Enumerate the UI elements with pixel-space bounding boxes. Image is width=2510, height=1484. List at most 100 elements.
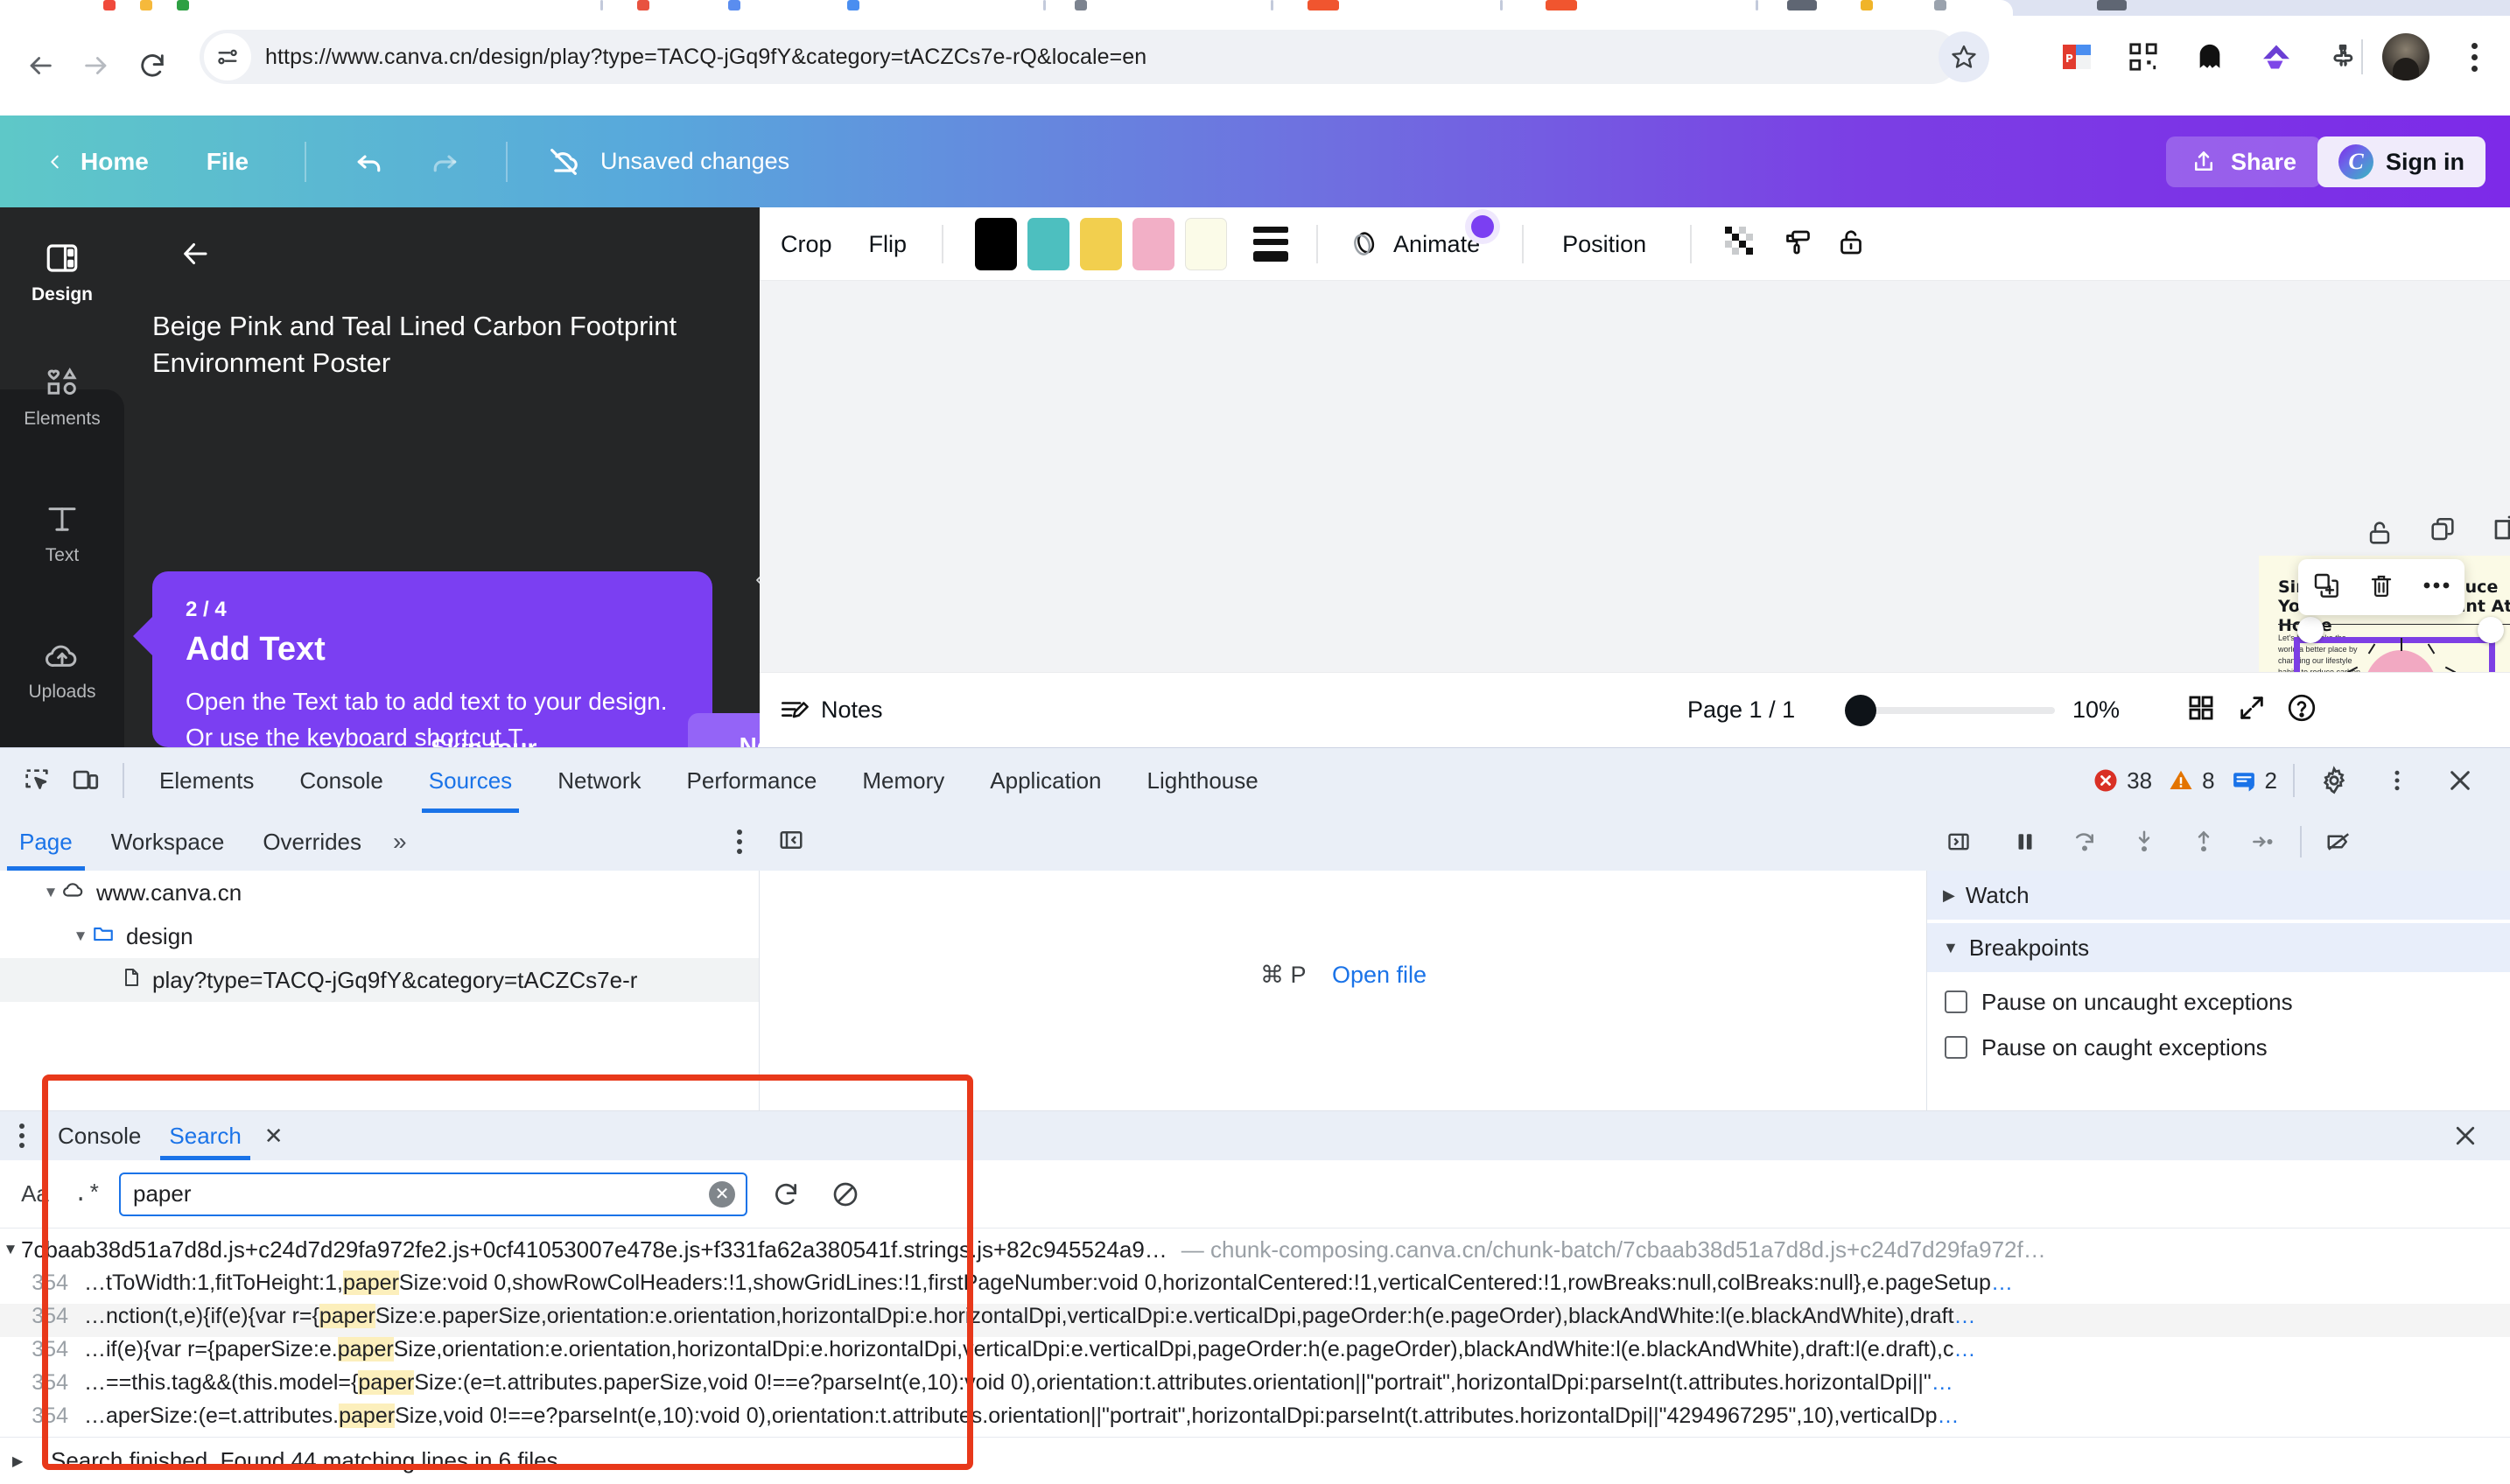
share-button[interactable]: Share xyxy=(2165,136,2321,187)
tab-performance[interactable]: Performance xyxy=(664,748,840,813)
step-button[interactable] xyxy=(2240,819,2286,864)
panel-back-button[interactable] xyxy=(168,227,222,281)
watch-section[interactable]: ▶ Watch xyxy=(1927,871,2510,920)
expand-triangle-icon[interactable]: ▼ xyxy=(0,1241,21,1258)
collapse-triangle-icon[interactable]: ▶ xyxy=(1943,886,1955,905)
qrcode-extension-icon[interactable] xyxy=(2121,35,2165,79)
sidebar-item-uploads[interactable]: Uploads xyxy=(0,620,124,718)
nav-tab-page[interactable]: Page xyxy=(0,813,92,871)
grid-view-icon[interactable] xyxy=(2186,693,2216,727)
extensions-puzzle-icon[interactable] xyxy=(2321,35,2365,79)
bookmark-star-icon[interactable] xyxy=(1939,32,1989,82)
signin-button[interactable]: C Sign in xyxy=(2317,136,2485,187)
home-button[interactable]: Home xyxy=(46,148,149,176)
search-input[interactable] xyxy=(121,1180,681,1208)
nav-tab-overrides[interactable]: Overrides xyxy=(243,813,381,871)
devtools-menu-icon[interactable] xyxy=(2373,757,2421,804)
delete-icon[interactable] xyxy=(2368,572,2394,603)
device-toolbar-icon[interactable] xyxy=(61,756,110,805)
forward-button[interactable] xyxy=(68,38,124,94)
animate-button[interactable]: Animate xyxy=(1348,215,1495,261)
color-swatch[interactable] xyxy=(1027,218,1070,270)
active-tab[interactable] xyxy=(0,0,2013,16)
pdf-extension-icon[interactable]: P xyxy=(2055,35,2099,79)
pause-script-button[interactable] xyxy=(2002,819,2048,864)
transparency-icon[interactable] xyxy=(1723,225,1758,264)
tab-application[interactable]: Application xyxy=(967,748,1124,813)
tab-network[interactable]: Network xyxy=(535,748,663,813)
close-drawer-icon[interactable] xyxy=(2443,1114,2487,1158)
drawer-tab-console[interactable]: Console xyxy=(44,1111,155,1160)
open-file-link[interactable]: Open file xyxy=(1332,962,1427,988)
settings-gear-icon[interactable] xyxy=(2310,757,2358,804)
color-swatch[interactable] xyxy=(1185,218,1228,270)
color-swatch[interactable] xyxy=(1080,218,1123,270)
search-result-line[interactable]: 354 …aperSize:(e=t.attributes.paperSize,… xyxy=(0,1404,2510,1437)
expand-triangle-icon[interactable]: ▼ xyxy=(70,928,91,945)
cancel-search-icon[interactable] xyxy=(824,1173,866,1215)
info-count-badge[interactable]: 2 xyxy=(2231,767,2277,794)
help-icon[interactable] xyxy=(2286,692,2317,728)
expand-triangle-icon[interactable]: ▼ xyxy=(1943,939,1959,957)
nav-tab-workspace[interactable]: Workspace xyxy=(92,813,244,871)
save-status[interactable]: Unsaved changes xyxy=(546,144,789,179)
search-result-file[interactable]: ▼ 7cbaab38d51a7d8d.js+c24d7d29fa972fe2.j… xyxy=(0,1228,2510,1270)
copy-style-icon[interactable] xyxy=(1781,227,1812,262)
pause-caught-row[interactable]: Pause on caught exceptions xyxy=(1927,1025,2510,1070)
site-info-icon[interactable] xyxy=(204,33,251,80)
close-devtools-icon[interactable] xyxy=(2436,757,2484,804)
chrome-menu-icon[interactable] xyxy=(2450,33,2498,80)
more-options-icon[interactable] xyxy=(2422,579,2450,595)
zoom-slider[interactable] xyxy=(1845,694,2055,726)
tab-elements[interactable]: Elements xyxy=(137,748,277,813)
drawer-tab-close-icon[interactable]: ✕ xyxy=(264,1123,284,1150)
redo-button[interactable] xyxy=(418,136,469,187)
breakpoints-section[interactable]: ▼ Breakpoints xyxy=(1927,923,2510,972)
expand-triangle-icon[interactable]: ▼ xyxy=(40,884,61,901)
tab-memory[interactable]: Memory xyxy=(839,748,967,813)
drawer-tab-search[interactable]: Search xyxy=(155,1111,255,1160)
step-out-button[interactable] xyxy=(2181,819,2226,864)
reload-button[interactable] xyxy=(124,38,180,94)
skip-tour-button[interactable]: Skip tour xyxy=(431,734,536,747)
tree-row-folder[interactable]: ▼ design xyxy=(0,914,759,958)
duplicate-icon[interactable] xyxy=(2312,571,2340,604)
copy-float-icon[interactable] xyxy=(2428,515,2457,550)
zoom-slider-knob[interactable] xyxy=(1845,694,1876,726)
notes-button[interactable]: Notes xyxy=(779,696,883,725)
back-button[interactable] xyxy=(12,38,68,94)
selection-handle[interactable] xyxy=(2478,617,2504,643)
tab-sources[interactable]: Sources xyxy=(406,748,535,813)
line-spacing-icon[interactable] xyxy=(1253,227,1289,262)
tab-lighthouse[interactable]: Lighthouse xyxy=(1125,748,1281,813)
search-result-line[interactable]: 354 …if(e){var r={paperSize:e.paperSize,… xyxy=(0,1337,2510,1370)
regex-button[interactable]: .* xyxy=(68,1181,107,1208)
add-page-float-icon[interactable] xyxy=(2491,512,2510,548)
lock-icon[interactable] xyxy=(1835,227,1867,262)
tab-console[interactable]: Console xyxy=(277,748,405,813)
sidebar-item-design[interactable]: Design xyxy=(0,223,124,321)
error-count-badge[interactable]: 38 xyxy=(2093,767,2152,794)
ghostery-extension-icon[interactable] xyxy=(2188,35,2232,79)
file-menu-button[interactable]: File xyxy=(207,148,249,176)
nav-more-tabs-button[interactable]: » xyxy=(381,828,419,856)
inspect-element-icon[interactable] xyxy=(12,756,61,805)
position-button[interactable]: Position xyxy=(1562,231,1646,258)
canvas-background[interactable] xyxy=(760,281,2510,672)
collapse-triangle-icon[interactable]: ▶ xyxy=(12,1452,23,1470)
pause-uncaught-row[interactable]: Pause on uncaught exceptions xyxy=(1927,979,2510,1025)
pause-uncaught-checkbox[interactable] xyxy=(1945,990,1967,1013)
color-swatch[interactable] xyxy=(1132,218,1175,270)
warning-count-badge[interactable]: 8 xyxy=(2168,767,2215,794)
show-navigator-icon[interactable] xyxy=(777,827,805,858)
step-over-button[interactable] xyxy=(2062,819,2107,864)
undo-button[interactable] xyxy=(345,136,396,187)
search-result-line[interactable]: 354 …==this.tag&&(this.model={paperSize:… xyxy=(0,1370,2510,1404)
sidebar-item-elements[interactable]: Elements xyxy=(0,347,124,445)
color-swatch[interactable] xyxy=(975,218,1018,270)
sidebar-item-text[interactable]: Text xyxy=(0,484,124,582)
deactivate-breakpoints-button[interactable] xyxy=(2316,819,2361,864)
navigator-menu-icon[interactable] xyxy=(737,830,742,854)
pause-caught-checkbox[interactable] xyxy=(1945,1036,1967,1059)
avatar[interactable] xyxy=(2382,33,2429,80)
